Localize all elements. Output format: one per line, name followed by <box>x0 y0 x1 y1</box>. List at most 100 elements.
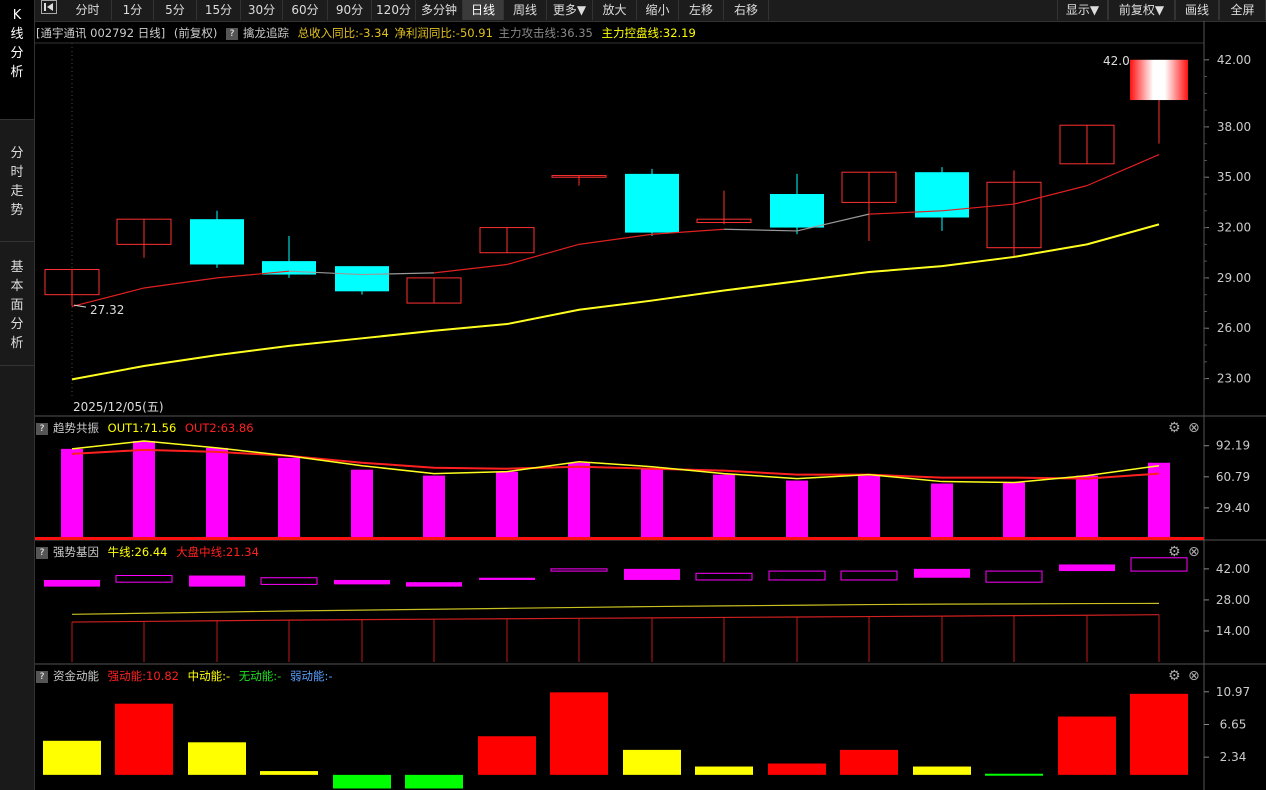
tb-button-60min[interactable]: 60分 <box>283 0 328 20</box>
price-tick-label: 26.00 <box>1217 321 1251 335</box>
help-icon[interactable]: ? <box>36 422 48 435</box>
panel3-header: ? 资金动能 强动能:10.82 中动能:- 无动能:- 弱动能:- <box>36 668 338 684</box>
panel3-bar <box>478 736 536 775</box>
candle-body <box>406 277 462 304</box>
tb-button-multi-min[interactable]: 多分钟 <box>416 0 463 20</box>
panel2-block <box>479 577 535 580</box>
tb-button-90min[interactable]: 90分 <box>328 0 372 20</box>
indicator-name: 擒龙追踪 <box>242 26 289 40</box>
tb-button-move-left[interactable]: 左移 <box>679 0 724 20</box>
price-tick-label: 29.00 <box>1217 271 1251 285</box>
panel1-header: ? 趋势共振 OUT1:71.56 OUT2:63.86 <box>36 420 259 436</box>
attack-line-segment <box>723 228 798 232</box>
sidebar-tab-char: 面 <box>10 298 24 313</box>
tb-button-zoom-in[interactable]: 放大 <box>593 0 637 20</box>
panel1-bar <box>423 475 445 537</box>
sidebar-tab-char: 势 <box>10 203 24 218</box>
panel1-bar <box>786 480 808 537</box>
panel3-bar <box>768 763 826 775</box>
panel2-close-icon[interactable]: ⊗ <box>1188 545 1202 559</box>
panel3-tick-label: 10.97 <box>1216 685 1250 699</box>
panel2-block <box>550 568 608 572</box>
help-icon[interactable]: ? <box>36 546 48 559</box>
panel2-tick-label: 14.00 <box>1216 624 1250 638</box>
tb-button-more[interactable]: 更多▼ <box>547 0 593 20</box>
panel1-close-icon[interactable]: ⊗ <box>1188 421 1202 435</box>
adjust-label: (前复权) <box>173 26 218 40</box>
play-left-icon[interactable] <box>39 0 59 20</box>
candle-body <box>770 194 824 228</box>
panel1-bar <box>61 448 83 537</box>
attack-line-segment <box>941 203 1015 212</box>
price-tick-label: 32.00 <box>1217 221 1251 235</box>
sidebar-tab-char: 走 <box>10 184 24 199</box>
attack-line-segment <box>1013 185 1088 205</box>
tb-button-5min[interactable]: 5分 <box>154 0 197 20</box>
panel1-bar <box>133 440 155 537</box>
panel2-block <box>985 570 1043 583</box>
attack-line-segment <box>578 233 653 245</box>
panel2-block <box>44 579 100 587</box>
panel2-market: 大盘中线:21.34 <box>176 545 259 559</box>
date-label: 2025/12/05(五) <box>73 400 164 414</box>
price-tick-label: 42.00 <box>1217 53 1251 67</box>
panel1-bar <box>858 475 880 537</box>
panel3-close-icon[interactable]: ⊗ <box>1188 669 1202 683</box>
panel3-bar <box>695 766 753 775</box>
tb-button-pre-adjust[interactable]: 前复权▼ <box>1108 0 1175 20</box>
panel3-tick-label: 6.65 <box>1220 718 1247 732</box>
panel2-header: ? 强势基因 牛线:26.44 大盘中线:21.34 <box>36 544 264 560</box>
panel3-bar <box>1058 716 1116 775</box>
panel1-bar <box>496 471 518 537</box>
sidebar-tab-char: 分 <box>10 317 24 332</box>
panel1-tick-label: 29.40 <box>1216 501 1250 515</box>
panel1-gear-icon[interactable]: ⚙ <box>1168 421 1182 435</box>
sidebar-tab-kline[interactable]: K线分析 <box>0 0 34 120</box>
tb-button-120min[interactable]: 120分 <box>372 0 416 20</box>
attack-line-segment <box>796 213 870 232</box>
panel1-bar <box>568 462 590 537</box>
tb-button-zoom-out[interactable]: 缩小 <box>637 0 679 20</box>
tb-button-move-right[interactable]: 右移 <box>724 0 769 20</box>
candle-body <box>335 266 389 292</box>
tb-button-15min[interactable]: 15分 <box>197 0 241 20</box>
tb-button-fullscreen[interactable]: 全屏 <box>1219 0 1266 20</box>
sidebar-tab-fundamentals[interactable]: 基本面分析 <box>0 242 34 366</box>
help-icon[interactable]: ? <box>36 670 48 683</box>
tb-button-intraday[interactable]: 分时 <box>64 0 112 20</box>
tb-button-daily[interactable]: 日线 <box>463 0 504 20</box>
sidebar-tab-char: 时 <box>10 165 24 180</box>
panel1-bar <box>641 468 663 537</box>
panel2-block <box>260 577 318 585</box>
candle-body <box>262 261 316 275</box>
candle-body <box>551 175 607 178</box>
control-line-value: 主力控盘线:32.19 <box>601 26 696 40</box>
panel2-gear-icon[interactable]: ⚙ <box>1168 545 1182 559</box>
panel2-block <box>406 582 462 587</box>
panel3-title: 资金动能 <box>53 669 99 683</box>
tb-button-display[interactable]: 显示▼ <box>1057 0 1108 20</box>
candle-body <box>986 181 1042 249</box>
candle-body <box>479 227 535 254</box>
panel2-block <box>189 575 245 587</box>
sidebar-tab-char: 分 <box>10 146 24 161</box>
panel3-bar <box>623 749 681 775</box>
attack-line-segment <box>506 243 580 266</box>
tb-button-30min[interactable]: 30分 <box>241 0 283 20</box>
panel3-gear-icon[interactable]: ⚙ <box>1168 669 1182 683</box>
panel2-block <box>914 568 970 578</box>
panel1-bar <box>713 474 735 537</box>
sidebar-tab-intraday[interactable]: 分时走势 <box>0 120 34 242</box>
candle-body <box>44 269 100 296</box>
panel3-bar <box>405 774 463 789</box>
help-icon[interactable]: ? <box>225 27 238 40</box>
panel1-out2: OUT2:63.86 <box>184 421 254 435</box>
attack-line-segment <box>71 287 145 308</box>
profit-yoy: 净利润同比:-50.91 <box>394 26 493 40</box>
tb-button-1min[interactable]: 1分 <box>112 0 154 20</box>
tb-button-weekly[interactable]: 周线 <box>504 0 547 20</box>
panel1-bar <box>1148 462 1170 537</box>
low-price-arrow <box>73 304 87 308</box>
sidebar-tab-char: 本 <box>10 279 24 294</box>
tb-button-draw-line[interactable]: 画线 <box>1175 0 1219 20</box>
